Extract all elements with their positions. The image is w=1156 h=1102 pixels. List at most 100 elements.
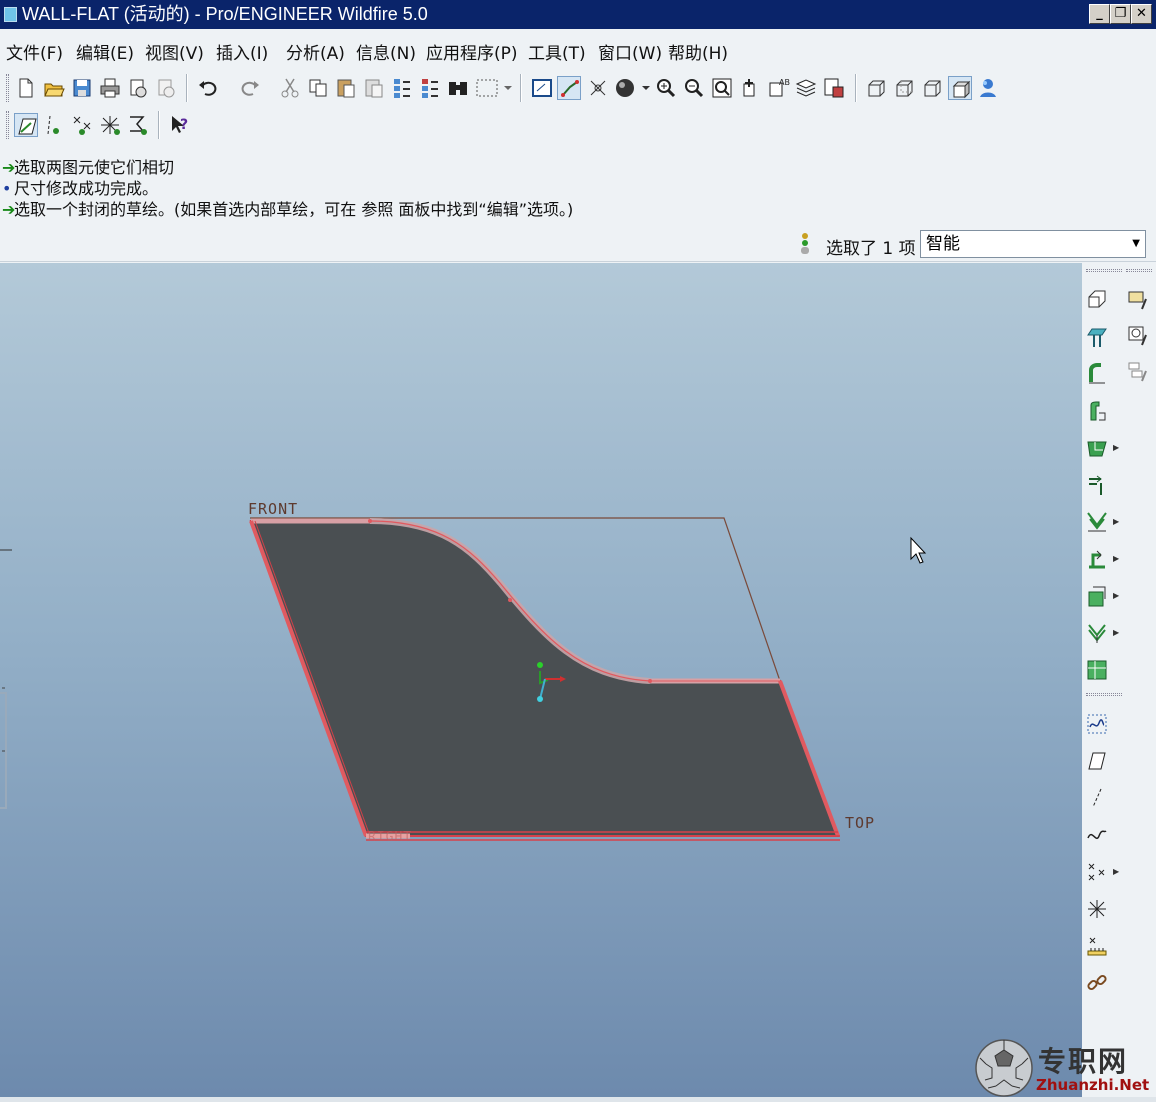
datum-point-icon[interactable] [1085,860,1109,884]
selection-count: 选取了 1 项 [826,239,916,259]
model-tree-icon[interactable] [976,76,1000,100]
title-bar: WALL-FLAT (活动的) - Pro/ENGINEER Wildfire … [0,0,1156,29]
flatten-icon[interactable] [1085,621,1109,645]
print-icon[interactable] [98,76,122,100]
copy-icon[interactable] [306,76,330,100]
menu-window[interactable]: 窗口(W) [598,39,662,64]
toolbar-handle[interactable] [1086,269,1122,272]
datum-point-icon[interactable] [70,113,94,137]
sheetmetal-convert-icon[interactable] [1085,287,1109,311]
find-icon[interactable] [446,76,470,100]
axis-display-icon[interactable] [557,76,581,100]
expand-arrow-icon[interactable]: ▶ [1113,517,1119,526]
paste-special-icon[interactable] [362,76,386,100]
datum-plane-display-icon[interactable] [1126,287,1150,311]
minimize-button[interactable]: _ [1089,4,1110,24]
whats-this-icon[interactable]: ? [168,113,192,137]
menu-view[interactable]: 视图(V) [145,39,204,64]
shading-icon[interactable] [614,76,652,100]
expand-arrow-icon[interactable]: ▶ [1113,554,1119,563]
flange-wall-icon[interactable] [1085,362,1109,386]
close-button[interactable]: ✕ [1131,4,1152,24]
sketch-tools-icon[interactable] [1126,359,1150,383]
point-display-icon[interactable] [586,76,610,100]
datum-plane-icon[interactable] [1085,749,1109,773]
toolbar-handle[interactable] [1086,693,1122,696]
saved-views-icon[interactable]: AB [766,76,790,100]
hidden-line-icon[interactable] [892,76,916,100]
bend-back-icon[interactable] [1085,547,1109,571]
toolbar-separator [520,74,522,102]
menu-info[interactable]: 信息(N) [356,39,416,64]
menu-insert[interactable]: 插入(I) [216,39,268,64]
view-manager-icon[interactable] [822,76,846,100]
flat-wall-icon[interactable] [1085,325,1109,349]
regenerate-icon[interactable] [390,76,414,100]
expand-arrow-icon[interactable]: ▶ [1113,628,1119,637]
zoom-in-icon[interactable] [654,76,678,100]
menu-tools[interactable]: 工具(T) [528,39,586,64]
analysis-feature-icon[interactable] [1085,934,1109,958]
no-hidden-icon[interactable] [920,76,944,100]
datum-tools-icon[interactable] [1126,323,1150,347]
watermark-cn: 专职网 [1038,1045,1129,1078]
coord-sys-icon[interactable] [98,113,122,137]
send-mail-icon[interactable] [126,76,150,100]
toolbar-handle[interactable] [6,111,9,139]
expand-arrow-icon[interactable]: ▶ [1113,443,1119,452]
wireframe-icon[interactable] [864,76,888,100]
right-plane-label[interactable]: RIGHT [368,830,412,845]
send-mail-link-icon[interactable] [154,76,178,100]
rip-icon[interactable] [1085,473,1109,497]
toolbar-handle[interactable] [1126,269,1152,272]
menu-analysis[interactable]: 分析(A) [286,39,345,64]
sketch-icon[interactable] [14,113,38,137]
undo-icon[interactable] [196,76,220,100]
shaded-icon[interactable] [948,76,972,100]
top-plane-label[interactable]: TOP [845,814,875,832]
traffic-light-icon[interactable] [798,232,812,256]
menu-file[interactable]: 文件(F) [6,39,63,64]
save-icon[interactable] [70,76,94,100]
unbend-icon[interactable] [1085,510,1109,534]
datum-curve-icon[interactable] [1085,823,1109,847]
mouse-cursor-icon [910,536,927,564]
watermark-en: Zhuanzhi.Net [1036,1076,1150,1094]
datum-axis-icon[interactable] [42,113,66,137]
select-box-icon[interactable] [474,76,514,100]
refit-icon[interactable] [710,76,734,100]
menu-help[interactable]: 帮助(H) [668,39,728,64]
model-canvas[interactable] [0,263,1082,1097]
unattached-wall-icon[interactable] [1085,399,1109,423]
datum-axis-icon[interactable] [1085,786,1109,810]
analysis-icon[interactable] [126,113,150,137]
message-line: ➔选取一个封闭的草绘。(如果首选内部草绘，可在 参照 面板中找到“编辑”选项。) [2,196,573,220]
menu-applications[interactable]: 应用程序(P) [426,39,518,64]
reorient-icon[interactable] [738,76,762,100]
coordinate-system-icon[interactable] [1085,897,1109,921]
plane-display-icon[interactable] [530,76,554,100]
expand-arrow-icon[interactable]: ▶ [1113,591,1119,600]
form-icon[interactable] [1085,584,1109,608]
open-icon[interactable] [42,76,66,100]
layers-icon[interactable] [794,76,818,100]
restore-button[interactable]: ❐ [1110,4,1131,24]
cut-icon[interactable] [278,76,302,100]
paste-icon[interactable] [334,76,358,100]
menu-bar: 文件(F) 编辑(E) 视图(V) 插入(I) 分析(A) 信息(N) 应用程序… [0,29,1156,69]
redo-icon[interactable] [238,76,262,100]
menu-edit[interactable]: 编辑(E) [76,39,134,64]
graphics-viewport[interactable]: FRONT TOP RIGHT [0,263,1082,1097]
extrude-cut-icon[interactable] [1085,436,1109,460]
selection-filter-select[interactable]: 智能 ▼ [920,230,1146,258]
chain-icon[interactable] [1085,971,1109,995]
sketched-curve-icon[interactable] [1085,712,1109,736]
flat-pattern-icon[interactable] [1085,658,1109,682]
front-plane-label[interactable]: FRONT [248,500,298,518]
zoom-out-icon[interactable] [682,76,706,100]
toolbar-handle[interactable] [6,74,9,102]
regen-manager-icon[interactable] [418,76,442,100]
dropdown-arrow-icon[interactable]: ▼ [1132,231,1140,257]
expand-arrow-icon[interactable]: ▶ [1113,867,1119,876]
new-icon[interactable] [14,76,38,100]
